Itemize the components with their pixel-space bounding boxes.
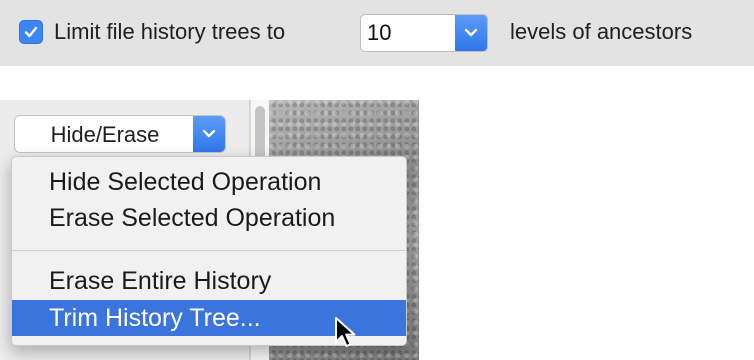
levels-suffix-label: levels of ancestors [510, 19, 693, 44]
menu-item-label: Trim History Tree... [49, 304, 261, 332]
mouse-pointer-icon [335, 317, 356, 347]
hide-erase-label: Hide/Erase [50, 122, 160, 147]
menu-separator [12, 250, 406, 251]
menu-item-hide-selected-operation[interactable]: Hide Selected Operation [12, 164, 406, 200]
levels-dropdown-button[interactable] [455, 15, 487, 51]
chevron-down-icon [202, 129, 216, 138]
chevron-down-icon [464, 28, 478, 37]
limit-history-label: Limit file history trees to [54, 19, 286, 44]
menu-item-label: Erase Entire History [49, 267, 272, 295]
menu-item-label: Hide Selected Operation [49, 168, 322, 196]
levels-value[interactable]: 10 [367, 19, 391, 47]
limit-history-checkbox[interactable] [19, 20, 43, 44]
history-settings-bar: Limit file history trees to 10 levels of… [0, 0, 754, 66]
menu-item-label: Erase Selected Operation [49, 204, 336, 232]
hide-erase-popup-button[interactable]: Hide/Erase [14, 115, 226, 153]
menu-item-erase-entire-history[interactable]: Erase Entire History [12, 263, 406, 299]
hide-erase-dropdown-arrow[interactable] [193, 116, 225, 152]
checkmark-icon [24, 26, 38, 38]
menu-item-erase-selected-operation[interactable]: Erase Selected Operation [12, 200, 406, 236]
levels-combobox[interactable]: 10 [360, 14, 488, 52]
